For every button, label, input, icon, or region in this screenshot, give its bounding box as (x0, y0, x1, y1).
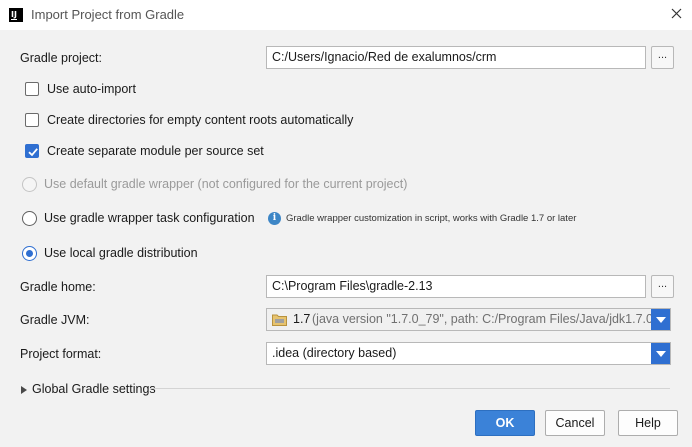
wrapper-task-radio[interactable] (22, 211, 37, 226)
dialog-title: Import Project from Gradle (31, 7, 185, 22)
default-wrapper-label: Use default gradle wrapper (not configur… (44, 177, 408, 191)
separate-module-label: Create separate module per source set (47, 144, 264, 158)
gradle-home-input[interactable]: C:\Program Files\gradle-2.13 (266, 275, 646, 298)
local-distribution-label: Use local gradle distribution (44, 246, 198, 260)
gradle-jvm-select[interactable]: 1.7 (java version "1.7.0_79", path: C:/P… (266, 308, 671, 331)
gradle-home-browse-button[interactable]: ... (651, 275, 674, 298)
intellij-idea-icon: IJ (9, 8, 23, 22)
separate-module-checkbox[interactable] (25, 144, 39, 158)
project-format-select[interactable]: .idea (directory based) (266, 342, 671, 365)
help-button[interactable]: Help (618, 410, 678, 436)
chevron-down-icon (656, 317, 666, 323)
gradle-jvm-label: Gradle JVM: (20, 313, 90, 327)
global-settings-separator (150, 388, 670, 389)
default-wrapper-radio (22, 177, 37, 192)
jvm-version: 1.7 (293, 312, 311, 326)
auto-import-checkbox[interactable] (25, 82, 39, 96)
info-icon: i (268, 212, 281, 225)
checkmark-icon (28, 148, 38, 157)
chevron-down-icon (656, 351, 666, 357)
close-icon (671, 8, 682, 19)
gradle-home-label: Gradle home: (20, 280, 96, 294)
close-button[interactable] (664, 2, 690, 26)
jvm-dropdown-button[interactable] (651, 309, 670, 330)
jdk-folder-icon (272, 314, 287, 326)
cancel-button[interactable]: Cancel (545, 410, 605, 436)
expand-triangle-icon (21, 386, 27, 394)
project-format-dropdown-button[interactable] (651, 343, 670, 364)
gradle-project-browse-button[interactable]: ... (651, 46, 674, 69)
gradle-project-input[interactable]: C:/Users/Ignacio/Red de exalumnos/crm (266, 46, 646, 69)
auto-import-label: Use auto-import (47, 82, 136, 96)
local-distribution-radio[interactable] (22, 246, 37, 261)
project-format-label: Project format: (20, 347, 102, 361)
jvm-detail: (java version "1.7.0_79", path: C:/Progr… (312, 312, 671, 326)
dialog-content: Gradle project: C:/Users/Ignacio/Red de … (0, 30, 692, 447)
global-gradle-settings-label: Global Gradle settings (32, 382, 156, 396)
title-bar: IJ Import Project from Gradle (0, 0, 692, 30)
wrapper-info-text: Gradle wrapper customization in script, … (286, 213, 577, 224)
gradle-project-label: Gradle project: (20, 51, 102, 65)
wrapper-task-label: Use gradle wrapper task configuration (44, 211, 255, 225)
create-dirs-checkbox[interactable] (25, 113, 39, 127)
project-format-value: .idea (directory based) (272, 346, 397, 360)
ok-button[interactable]: OK (475, 410, 535, 436)
import-gradle-dialog: IJ Import Project from Gradle Gradle pro… (0, 0, 692, 447)
create-dirs-label: Create directories for empty content roo… (47, 113, 354, 127)
